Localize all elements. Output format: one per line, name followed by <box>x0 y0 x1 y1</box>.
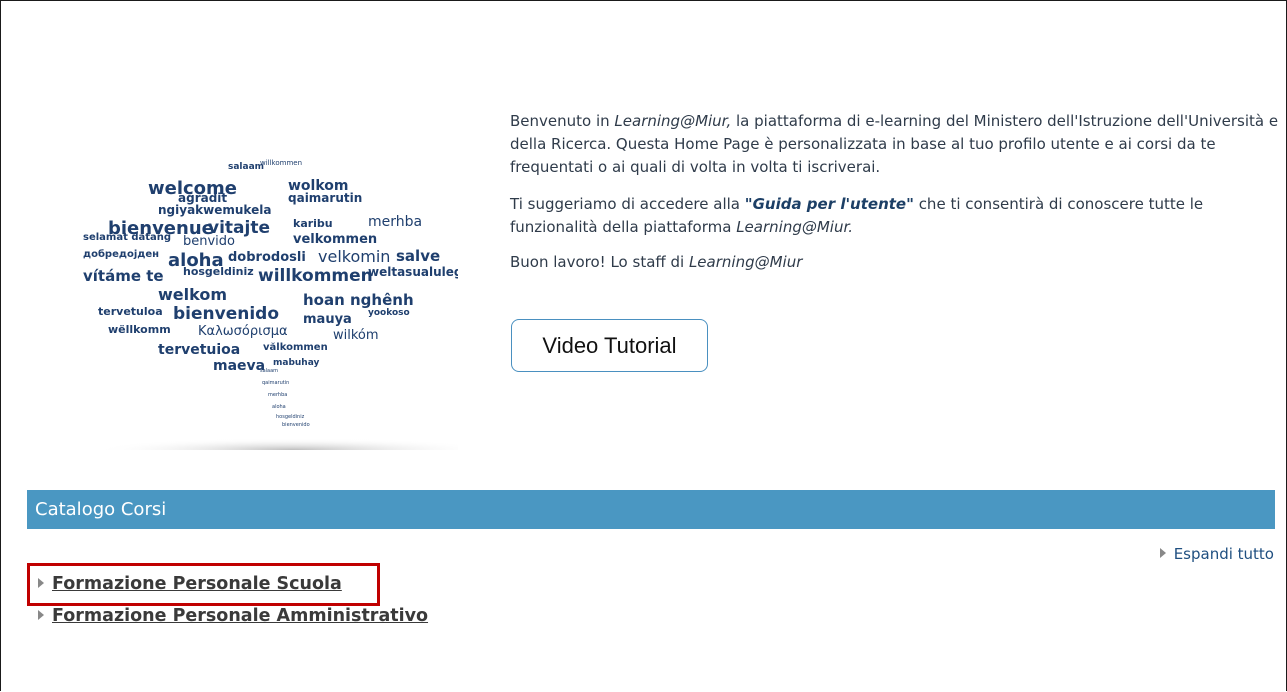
cloud-word: mauya <box>303 312 352 327</box>
cloud-word: salaam <box>228 162 264 172</box>
cloud-word: velkomin <box>318 247 390 266</box>
cloud-word: mabuhay <box>273 358 320 368</box>
user-guide-link[interactable]: "Guida per l'utente" <box>745 195 914 213</box>
cloud-word: qaimarutin <box>262 380 289 386</box>
cloud-word: vítáme te <box>83 267 164 285</box>
course-category-item[interactable]: Formazione Personale Scuola <box>38 574 342 594</box>
video-tutorial-button[interactable]: Video Tutorial <box>511 319 708 372</box>
catalog-header: Catalogo Corsi <box>27 490 1275 529</box>
cloud-word: bienvenido <box>282 422 310 428</box>
intro-text: Buon lavoro! Lo staff di <box>510 253 689 271</box>
cloud-word: maeva <box>213 358 265 374</box>
course-category-link[interactable]: Formazione Personale Amministrativo <box>52 606 428 626</box>
cloud-word: vălkommen <box>263 342 328 353</box>
cloud-word: yookoso <box>368 308 410 318</box>
expand-arrow-icon <box>1159 548 1166 558</box>
cloud-word: Καλωσόρισμα <box>198 324 288 339</box>
cloud-word: tervetuloa <box>98 305 163 318</box>
cloud-word: merhba <box>268 392 287 398</box>
cloud-word: karibu <box>293 217 333 230</box>
catalog-title: Catalogo Corsi <box>35 499 167 520</box>
intro-paragraph-3: Buon lavoro! Lo staff di Learning@Miur <box>510 251 1280 274</box>
platform-name: Learning@Miur <box>688 253 803 271</box>
cloud-word: hosgeldiniz <box>183 265 254 278</box>
cloud-word: weltasualuleg <box>368 265 458 279</box>
cloud-word: selamat datang <box>83 232 171 243</box>
intro-paragraph-2: Ti suggeriamo di accedere alla "Guida pe… <box>510 193 1280 239</box>
cloud-word: wëllkomm <box>108 323 171 336</box>
cloud-word: willkommen <box>258 266 373 286</box>
intro-text: Ti suggeriamo di accedere alla <box>510 195 745 213</box>
cloud-word: benvido <box>183 234 235 249</box>
expand-arrow-icon[interactable] <box>38 610 44 620</box>
intro-paragraph-1: Benvenuto in Learning@Miur, la piattafor… <box>510 110 1280 179</box>
cloud-word: ngiyakwemukela <box>158 203 271 217</box>
intro-text: Benvenuto in <box>510 112 615 130</box>
cloud-word: bienvenido <box>173 304 279 324</box>
cloud-word: welkom <box>158 285 227 304</box>
course-category-item[interactable]: Formazione Personale Amministrativo <box>38 606 428 626</box>
course-category-link[interactable]: Formazione Personale Scuola <box>52 574 342 594</box>
expand-all-label: Espandi tutto <box>1173 545 1274 563</box>
cloud-word: merhba <box>368 214 422 230</box>
cloud-word: wilkóm <box>333 328 379 343</box>
welcome-intro: Benvenuto in Learning@Miur, la piattafor… <box>510 110 1280 286</box>
cloud-word: willkommen <box>260 159 302 167</box>
platform-name: Learning@Miur. <box>736 218 854 236</box>
cloud-word: salaam <box>260 368 278 374</box>
cloud-word: salve <box>396 247 440 265</box>
cloud-word: hoan nghênh <box>303 291 414 309</box>
cloud-word: aloha <box>272 404 286 410</box>
cloud-word: qaimarutin <box>288 191 362 205</box>
expand-arrow-icon[interactable] <box>38 578 44 588</box>
cloud-word: tervetuioa <box>158 342 240 358</box>
cloud-word: hosgeldiniz <box>276 414 305 420</box>
cloud-word: добредојден <box>83 248 159 260</box>
cloud-word: velkommen <box>293 232 377 247</box>
platform-name: Learning@Miur, <box>614 112 732 130</box>
expand-all-link[interactable]: Espandi tutto <box>1159 545 1274 563</box>
cloud-word: dobrodosli <box>228 250 306 265</box>
welcome-word-cloud-image: salaamwillkommenwelcome wolkomagradit qaim… <box>83 159 458 450</box>
